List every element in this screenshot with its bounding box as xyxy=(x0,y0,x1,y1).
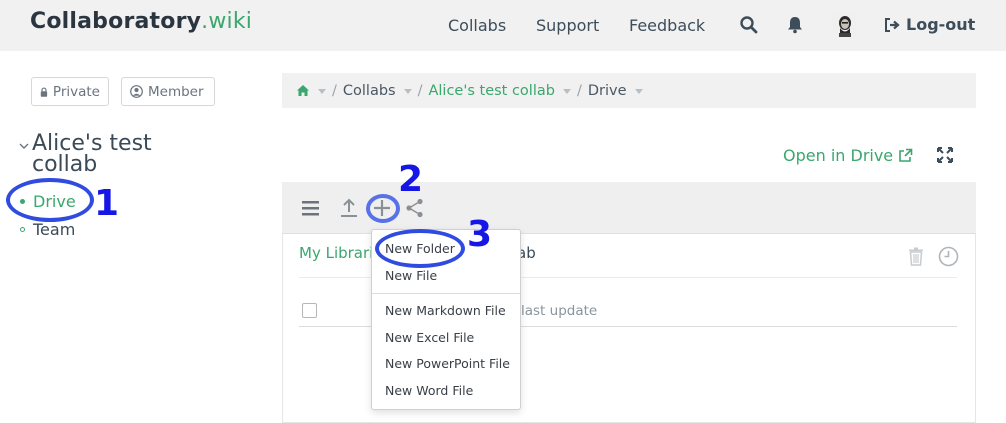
nav-collabs[interactable]: Collabs xyxy=(448,16,506,35)
annotation-step-3: 3 xyxy=(467,214,493,255)
member-label: Member xyxy=(148,83,204,100)
annotation-circle-new-folder xyxy=(375,229,465,268)
menu-item-new-file[interactable]: New File xyxy=(385,268,437,283)
project-title: Alice's test collab xyxy=(32,131,152,177)
user-circle-icon xyxy=(130,85,143,98)
share-icon[interactable] xyxy=(404,197,426,219)
private-label: Private xyxy=(52,83,100,100)
menu-item-new-markdown-file[interactable]: New Markdown File xyxy=(385,303,506,318)
select-all-checkbox[interactable] xyxy=(302,303,317,318)
brand-logo[interactable]: Collaboratory.wiki xyxy=(30,9,252,34)
annotation-step-1: 1 xyxy=(94,183,120,224)
visibility-member-badge[interactable]: Member xyxy=(121,77,215,106)
home-icon xyxy=(297,85,309,96)
chevron-down-icon[interactable] xyxy=(18,140,30,152)
breadcrumb-drive[interactable]: Drive xyxy=(588,83,643,99)
upload-icon[interactable] xyxy=(338,197,360,219)
menu-item-new-excel-file[interactable]: New Excel File xyxy=(385,330,474,345)
open-in-drive-link[interactable]: Open in Drive xyxy=(783,146,913,165)
sidebar-item-label: Team xyxy=(33,220,76,239)
logout-label: Log-out xyxy=(906,15,976,34)
brand-name: Collaboratory xyxy=(30,9,202,34)
breadcrumb-label: Collabs xyxy=(342,82,396,99)
visibility-private-badge[interactable]: Private xyxy=(31,77,109,106)
annotation-step-2: 2 xyxy=(398,159,424,200)
avatar-image xyxy=(833,13,857,37)
breadcrumb: / Collabs / Alice's test collab / Drive xyxy=(282,73,976,108)
breadcrumb-collab[interactable]: Alice's test collab xyxy=(428,82,571,99)
breadcrumb-label: Alice's test collab xyxy=(428,82,555,99)
annotation-circle-drive xyxy=(6,178,94,222)
annotation-circle-add xyxy=(366,194,400,223)
open-in-drive-label: Open in Drive xyxy=(783,146,894,165)
menu-item-new-word-file[interactable]: New Word File xyxy=(385,383,473,398)
nav-support[interactable]: Support xyxy=(536,16,599,35)
column-header-last-update[interactable]: last update xyxy=(521,303,597,319)
logout-link[interactable]: Log-out xyxy=(884,15,975,34)
external-link-icon xyxy=(899,148,913,162)
trash-icon[interactable] xyxy=(906,246,926,266)
lock-icon xyxy=(40,86,48,97)
expand-icon[interactable] xyxy=(937,147,953,163)
menu-divider xyxy=(372,293,520,294)
breadcrumb-collabs[interactable]: Collabs xyxy=(343,83,412,99)
user-avatar[interactable] xyxy=(833,13,857,37)
library-link[interactable]: My Librari xyxy=(299,244,373,262)
menu-icon[interactable] xyxy=(300,197,322,219)
breadcrumb-home[interactable] xyxy=(296,84,326,97)
brand-suffix: .wiki xyxy=(201,9,253,34)
breadcrumb-label: Drive xyxy=(587,82,627,99)
inactive-dot xyxy=(20,227,25,232)
logout-icon xyxy=(885,17,900,32)
search-icon[interactable] xyxy=(739,15,759,35)
history-icon[interactable] xyxy=(938,246,959,267)
bell-icon[interactable] xyxy=(785,15,805,35)
nav-feedback[interactable]: Feedback xyxy=(629,16,705,35)
menu-item-new-powerpoint-file[interactable]: New PowerPoint File xyxy=(385,356,510,371)
sidebar-item-team[interactable]: Team xyxy=(20,220,75,239)
